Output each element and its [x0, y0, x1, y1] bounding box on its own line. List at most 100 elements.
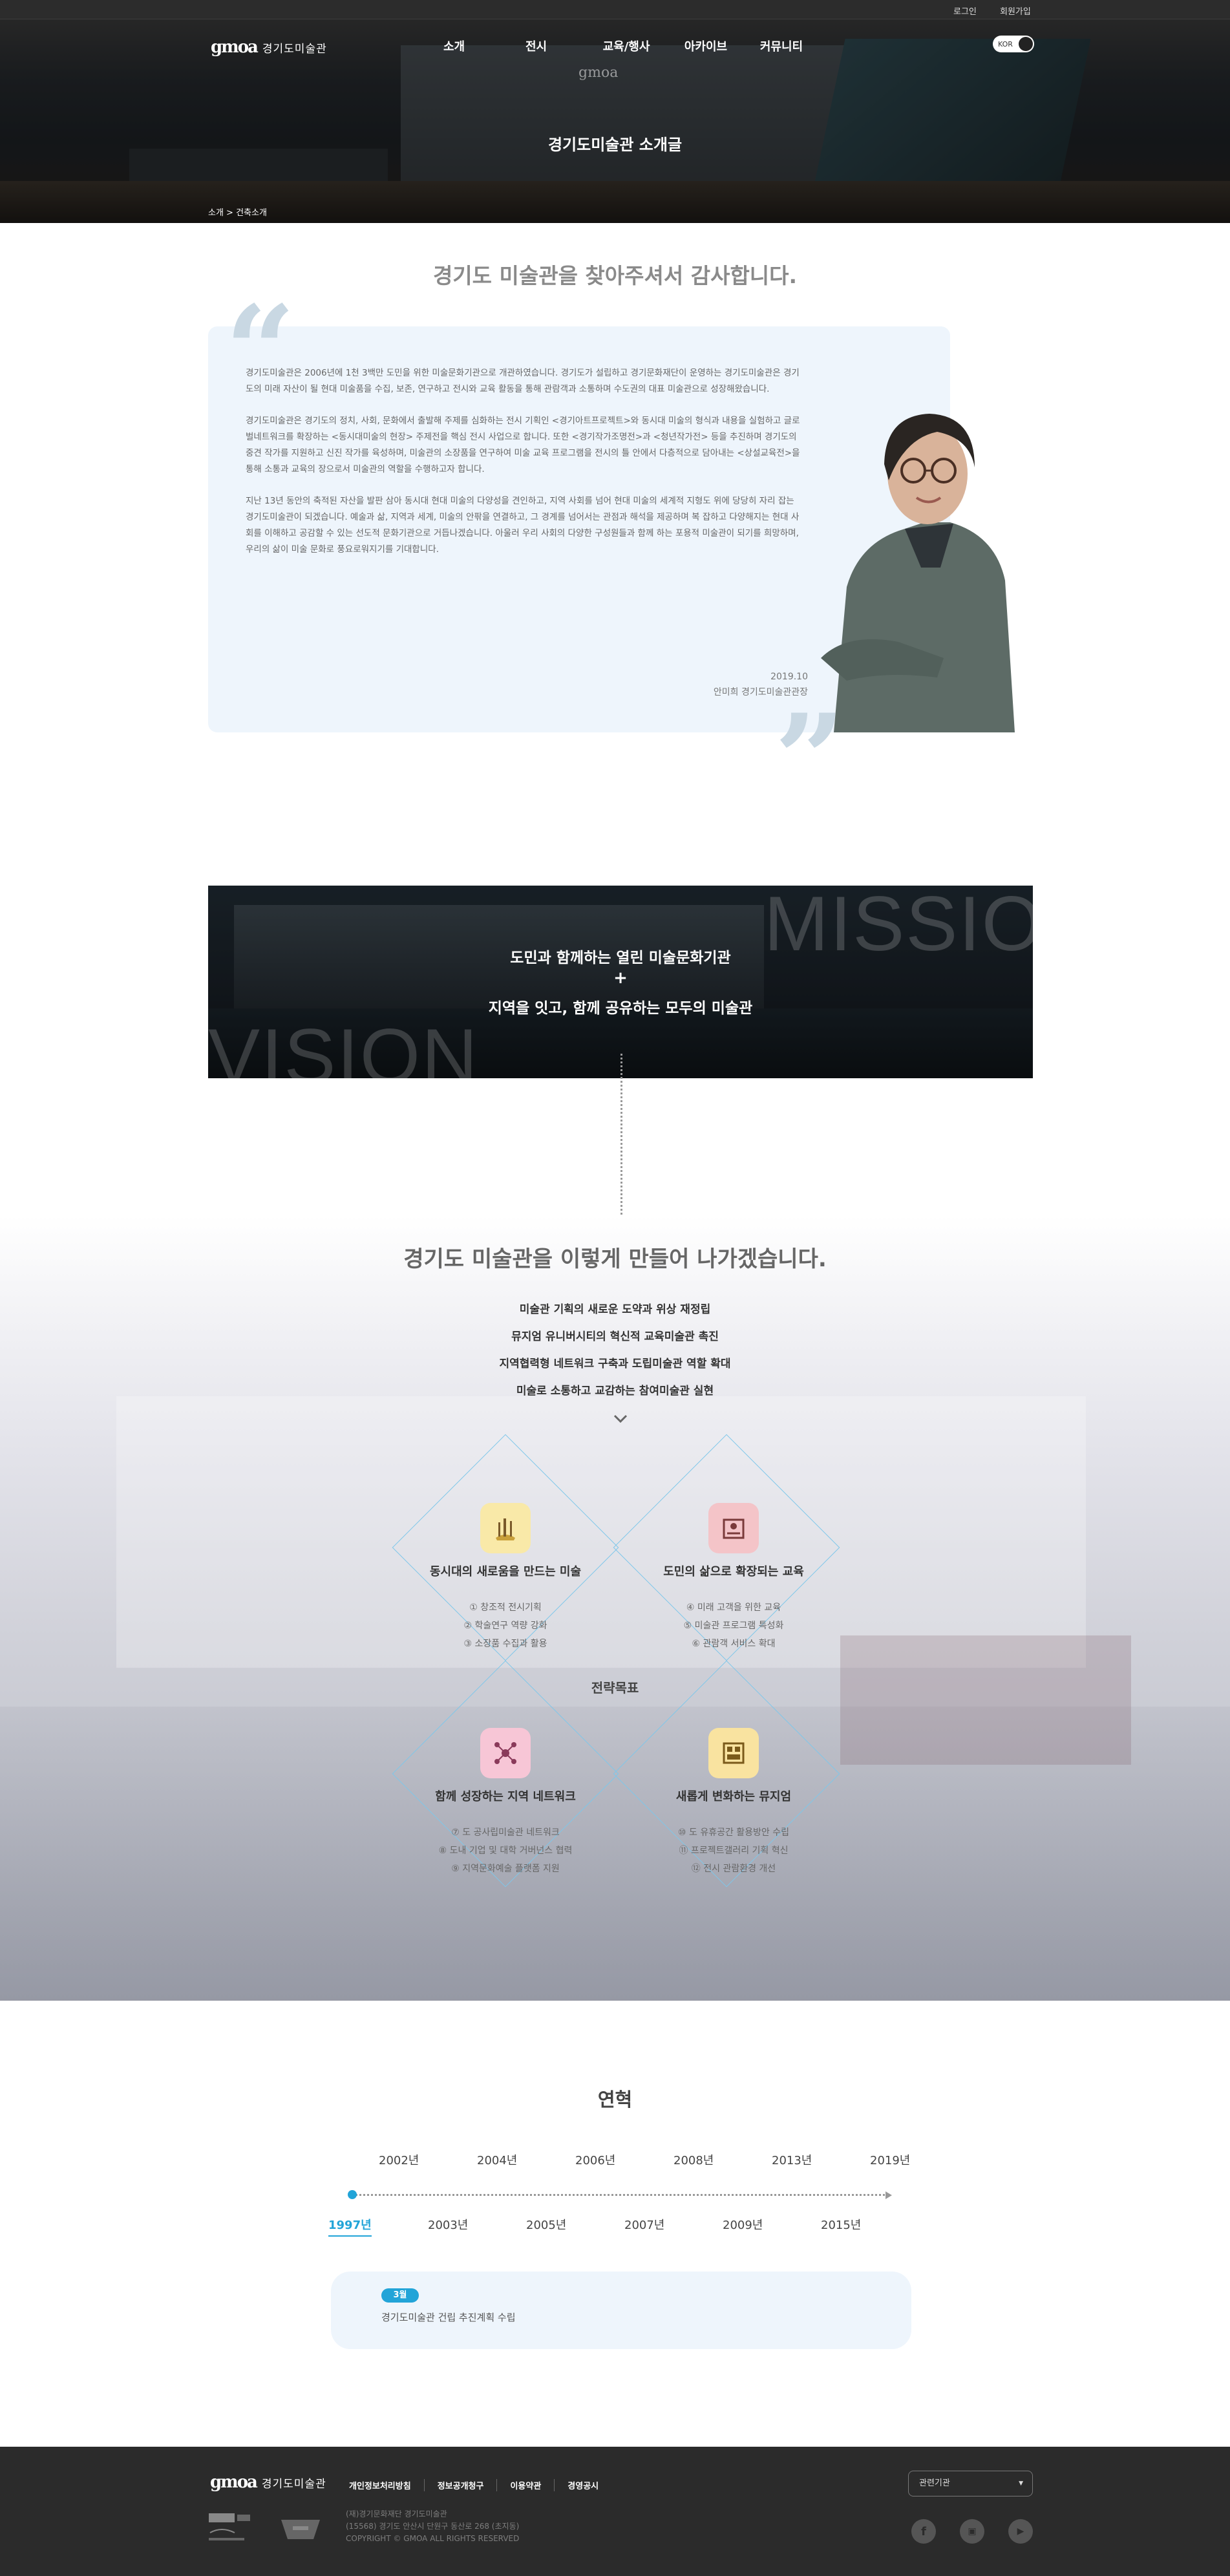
history-year-tab[interactable]: 2004년: [477, 2151, 517, 2168]
history-year-tab[interactable]: 2019년: [870, 2151, 910, 2168]
history-year-tab[interactable]: 2002년: [379, 2151, 419, 2168]
strategy-card-item: ⑧ 도내 기업 및 대학 거버넌스 협력: [438, 1846, 573, 1856]
strategy-card-item: ⑦ 도 공사립미술관 네트워크: [451, 1827, 560, 1838]
history-year-tab[interactable]: 2013년: [772, 2151, 812, 2168]
gyeonggi-cultural-foundation-logo: [209, 2513, 250, 2540]
nav-about[interactable]: 소개: [440, 37, 469, 54]
timeline-track: [352, 2194, 889, 2196]
header-logo[interactable]: gmoa 경기도미술관: [211, 37, 327, 57]
history-month-badge: 3월: [381, 2288, 419, 2303]
hero-sign-mark: gmoa: [578, 65, 619, 81]
connector-line: [620, 1054, 622, 1219]
greeting-paragraph: 경기도미술관은 2006년에 1천 3백만 도민을 위한 미술문화기관으로 개관…: [246, 368, 800, 394]
greeting-heading: 경기도 미술관을 찾아주셔서 감사합니다.: [432, 263, 798, 288]
strategy-card-item: ⑫ 전시 관람환경 개선: [691, 1864, 776, 1874]
mission-plus: +: [613, 968, 628, 988]
blog-icon[interactable]: ▣: [960, 2519, 984, 2544]
chevron-down-icon: [613, 1414, 628, 1423]
footer-info-line: (재)경기문화재단 경기도미술관: [346, 2509, 447, 2518]
join-link[interactable]: 회원가입: [1000, 5, 1031, 17]
footer-logo-mark: gmoa: [210, 2473, 258, 2492]
history-entry-text: 경기도미술관 건립 추진계획 수립: [381, 2312, 516, 2323]
history-year-tab-active[interactable]: 1997년: [328, 2216, 372, 2237]
utility-bar: 로그인 회원가입: [0, 0, 1230, 19]
strategy-card: 동시대의 새로움을 만드는 미술 ① 창조적 전시기획 ② 학술연구 역량 강화…: [402, 1503, 609, 1653]
timeline-indicator: [348, 2190, 357, 2199]
history-year-tab[interactable]: 2006년: [575, 2151, 615, 2168]
footer: gmoa 경기도미술관 개인정보처리방침 정보공개청구 이용약관 경영공시 (재…: [0, 2447, 1230, 2576]
mission-vision-banner: MISSION VISION 도민과 함께하는 열린 미술문화기관 + 지역을 …: [208, 886, 1033, 1078]
strategy-card-item: ⑪ 프로젝트갤러리 기획 혁신: [679, 1846, 789, 1856]
page: 로그인 회원가입 gmoa gmoa 경기도미술관 소개 전시 교육/행사 아카…: [0, 0, 1230, 2576]
language-toggle[interactable]: KOR: [993, 36, 1034, 52]
management-disclosure-link[interactable]: 경영공시: [554, 2479, 611, 2491]
strategy-card-item: ⑥ 관람객 서비스 확대: [692, 1639, 776, 1649]
footer-info-line: COPYRIGHT © GMOA ALL RIGHTS RESERVED: [346, 2534, 520, 2543]
hero-building-sign: gmoa: [578, 65, 618, 81]
nav-exhibition[interactable]: 전시: [522, 37, 551, 54]
page-title: 경기도미술관 소개글: [547, 136, 683, 154]
strategy-card: 함께 성장하는 지역 네트워크 ⑦ 도 공사립미술관 네트워크 ⑧ 도내 기업 …: [402, 1728, 609, 1878]
facebook-icon[interactable]: f: [911, 2519, 936, 2544]
vision-statement: 지역을 잇고, 함께 공유하는 모두의 미술관: [488, 1000, 753, 1017]
logo-mark: gmoa: [211, 37, 259, 57]
greeting-text: 경기도미술관은 2006년에 1천 3백만 도민을 위한 미술문화기관으로 개관…: [246, 365, 805, 573]
greeting-paragraph: 경기도미술관은 경기도의 정치, 사회, 문화에서 출발해 주제를 심화하는 전…: [246, 416, 800, 474]
partner-logo: [281, 2520, 320, 2539]
director-portrait: [821, 414, 1015, 732]
strategy-center-label: 전략목표: [591, 1680, 639, 1696]
main-nav: 소개 전시 교육/행사 아카이브 커뮤니티: [440, 37, 804, 54]
goal-item: 미술관 기획의 새로운 도약과 위상 재정립: [519, 1303, 711, 1316]
strategy-bg-umbrella: [840, 1635, 1131, 1765]
nav-community[interactable]: 커뮤니티: [759, 37, 804, 54]
footer-info: (재)경기문화재단 경기도미술관 (15568) 경기도 안산시 단원구 동산로…: [346, 2508, 519, 2545]
network-icon: [480, 1728, 531, 1778]
privacy-policy-link[interactable]: 개인정보처리방침: [349, 2479, 424, 2491]
history-year-tab[interactable]: 2009년: [723, 2216, 763, 2233]
strategy-card-item: ④ 미래 고객을 위한 교육: [686, 1602, 781, 1613]
nav-education[interactable]: 교육/행사: [597, 37, 655, 54]
education-icon: [708, 1503, 759, 1553]
strategy-card-item: ② 학술연구 역량 강화: [463, 1621, 547, 1631]
strategy-goals: 미술관 기획의 새로운 도약과 위상 재정립 뮤지엄 유니버시티의 혁신적 교육…: [0, 1296, 1230, 1405]
login-link[interactable]: 로그인: [953, 5, 977, 17]
youtube-icon[interactable]: ▶: [1008, 2519, 1033, 2544]
logo-name: 경기도미술관: [262, 42, 327, 56]
history-year-tab[interactable]: 2003년: [428, 2216, 468, 2233]
strategy-card-title: 함께 성장하는 지역 네트워크: [435, 1790, 576, 1804]
breadcrumb: 소개 > 건축소개: [208, 208, 267, 218]
toggle-knob: [1019, 37, 1033, 51]
history-year-tab[interactable]: 2015년: [821, 2216, 861, 2233]
strategy-card-item: ⑩ 도 유휴공간 활용방안 수립: [677, 1827, 790, 1838]
history-heading: 연혁: [597, 2089, 633, 2111]
strategy-card-item: ⑤ 미술관 프로그램 특성화: [683, 1621, 784, 1631]
info-request-link[interactable]: 정보공개청구: [423, 2479, 497, 2491]
strategy-card: 도민의 삶으로 확장되는 교육 ④ 미래 고객을 위한 교육 ⑤ 미술관 프로그…: [630, 1503, 837, 1653]
related-sites-label: 관련기관: [919, 2478, 950, 2488]
vision-watermark: VISION: [208, 1013, 479, 1078]
footer-links: 개인정보처리방침 정보공개청구 이용약관 경영공시: [349, 2479, 611, 2491]
strategy-card-title: 도민의 삶으로 확장되는 교육: [663, 1565, 804, 1579]
footer-logo[interactable]: gmoa 경기도미술관: [210, 2473, 326, 2492]
strategy-card-item: ③ 소장품 수집과 활용: [463, 1639, 547, 1649]
goal-item: 지역협력형 네트워크 구축과 도립미술관 역할 확대: [499, 1357, 731, 1370]
nav-archive[interactable]: 아카이브: [680, 37, 732, 54]
terms-link[interactable]: 이용약관: [496, 2479, 554, 2491]
strategy-section: 경기도 미술관을 이렇게 만들어 나가겠습니다. 미술관 기획의 새로운 도약과…: [0, 1215, 1230, 2001]
history-year-tab[interactable]: 2005년: [526, 2216, 566, 2233]
strategy-card-title: 동시대의 새로움을 만드는 미술: [429, 1565, 582, 1579]
footer-info-line: (15568) 경기도 안산시 단원구 동산로 268 (초지동): [346, 2522, 520, 2531]
related-sites-select[interactable]: 관련기관 ▼: [908, 2471, 1033, 2496]
strategy-heading: 경기도 미술관을 이렇게 만들어 나가겠습니다.: [403, 1246, 827, 1272]
history-year-tab[interactable]: 2007년: [624, 2216, 664, 2233]
history-year-tab[interactable]: 2008년: [673, 2151, 714, 2168]
strategy-card-item: ⑨ 지역문화예술 플랫폼 지원: [451, 1864, 560, 1874]
goal-item: 미술로 소통하고 교감하는 참여미술관 실현: [516, 1385, 714, 1398]
greeting-date: 2019.10: [770, 672, 808, 682]
greeting-paragraph: 지난 13년 동안의 축적된 자산을 발판 삼아 동시대 현대 미술의 다양성을…: [246, 496, 800, 555]
goal-item: 뮤지엄 유니버시티의 혁신적 교육미술관 촉진: [511, 1330, 719, 1343]
strategy-card-title: 새롭게 변화하는 뮤지엄: [675, 1790, 792, 1804]
language-label: KOR: [998, 39, 1013, 48]
timeline-arrow-icon: [885, 2191, 892, 2199]
close-quote-icon: ”: [774, 687, 845, 831]
